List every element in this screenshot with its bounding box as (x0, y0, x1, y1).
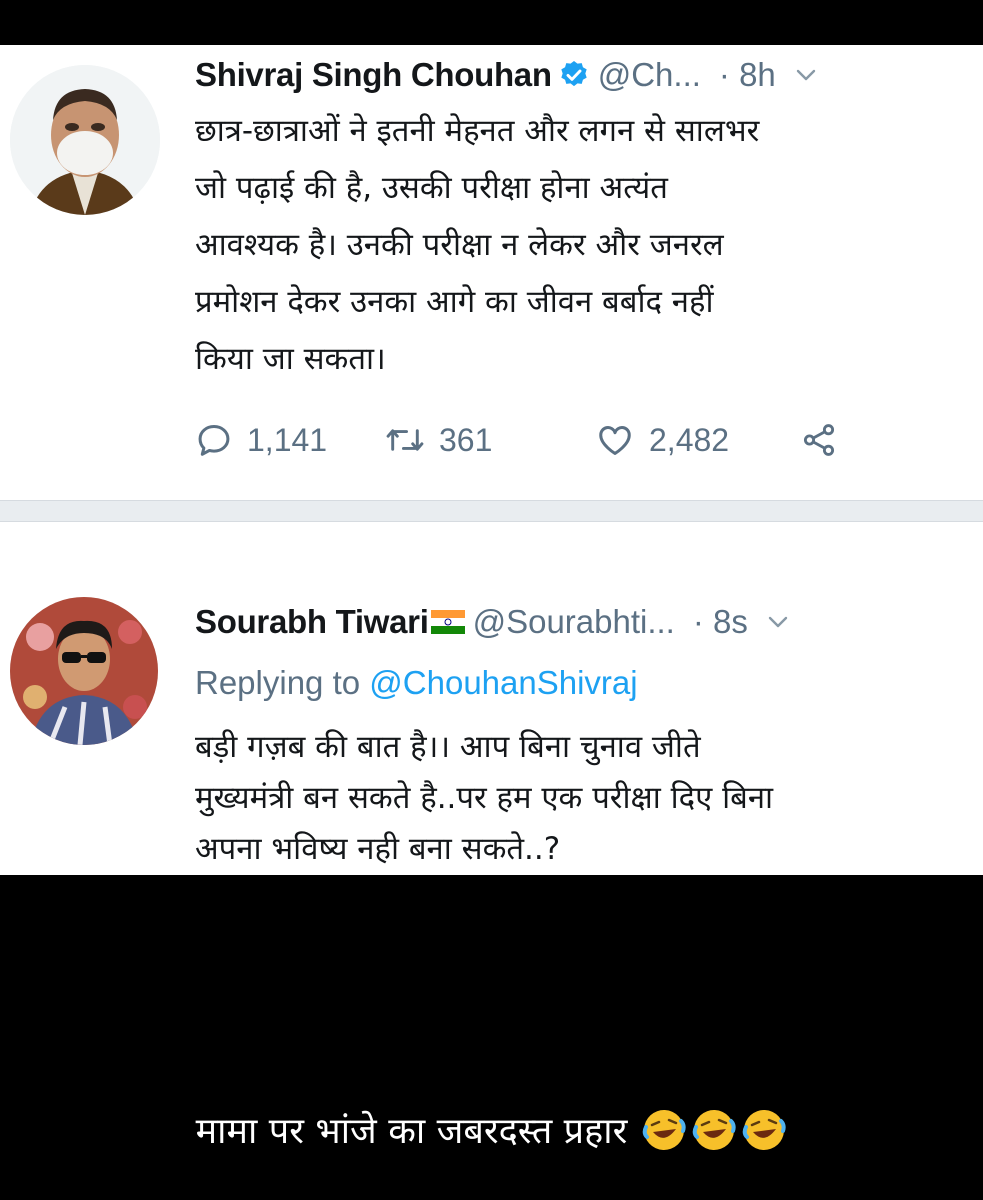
reply-count: 1,141 (247, 421, 328, 458)
tweet-text: छात्र-छात्राओं ने इतनी मेहनत और लगन से स… (195, 103, 965, 388)
tweet-actions: 1,141 361 2,482 (195, 415, 838, 465)
reply-button[interactable]: 1,141 (195, 421, 385, 459)
tweet-text-line: जो पढ़ाई की है, उसकी परीक्षा होना अत्यंत (195, 170, 668, 206)
tweet-reply[interactable]: Sourabh Tiwari @Sourabhti... · 8s Replyi… (0, 522, 983, 875)
reply-icon (195, 421, 233, 459)
tweet-text-line: छात्र-छात्राओं ने इतनी मेहनत और लगन से स… (195, 113, 760, 149)
replying-to-label: Replying to (195, 664, 361, 701)
tweet-text-line: बड़ी गज़ब की बात है।। आप बिना चुनाव जीते (195, 729, 701, 765)
tweet-screenshot: Shivraj Singh Chouhan @Ch... · 8h छात्र-… (0, 45, 983, 875)
laughing-emoji-icon (641, 1107, 687, 1153)
author-name[interactable]: Shivraj Singh Chouhan (195, 55, 552, 95)
tweet-time[interactable]: · 8s (693, 602, 748, 642)
tweet-text-line: मुख्यमंत्री बन सकते है..पर हम एक परीक्षा… (195, 780, 774, 816)
chevron-down-icon[interactable] (794, 63, 818, 87)
author-handle[interactable]: @Ch... (598, 55, 701, 95)
caption-text: मामा पर भांजे का जबरदस्त प्रहार (195, 1111, 628, 1152)
retweet-count: 361 (439, 421, 493, 458)
caption: मामा पर भांजे का जबरदस्त प्रहार (0, 1105, 983, 1154)
mention-link[interactable]: @ChouhanShivraj (369, 664, 637, 701)
tweet-text-line: प्रमोशन देकर उनका आगे का जीवन बर्बाद नही… (195, 284, 714, 320)
tweet-header: Shivraj Singh Chouhan @Ch... · 8h (195, 55, 818, 95)
avatar[interactable] (10, 597, 158, 745)
india-flag-icon (430, 610, 465, 634)
emoji-group (637, 1107, 787, 1153)
tweet-time[interactable]: · 8h (719, 55, 776, 95)
verified-icon (558, 59, 590, 91)
laughing-emoji-icon (741, 1107, 787, 1153)
share-icon (800, 421, 838, 459)
avatar[interactable] (10, 65, 160, 215)
replying-to: Replying to @ChouhanShivraj (195, 664, 638, 702)
tweet-text: बड़ी गज़ब की बात है।। आप बिना चुनाव जीते… (195, 722, 965, 875)
author-name[interactable]: Sourabh Tiwari (195, 602, 429, 642)
tweet-header: Sourabh Tiwari @Sourabhti... · 8s (195, 602, 790, 642)
tweet-text-line: किया जा सकता। (195, 341, 386, 377)
laughing-emoji-icon (691, 1107, 737, 1153)
like-button[interactable]: 2,482 (595, 421, 800, 459)
tweet-text-line: अपना भविष्य नही बना सकते..? (195, 831, 561, 867)
tweet-divider (0, 500, 983, 522)
tweet-text-line: आवश्यक है। उनकी परीक्षा न लेकर और जनरल (195, 227, 724, 263)
author-handle[interactable]: @Sourabhti... (473, 602, 675, 642)
like-icon (595, 421, 635, 459)
share-button[interactable] (800, 421, 838, 459)
chevron-down-icon[interactable] (766, 610, 790, 634)
retweet-button[interactable]: 361 (385, 421, 595, 459)
tweet-original[interactable]: Shivraj Singh Chouhan @Ch... · 8h छात्र-… (0, 45, 983, 500)
retweet-icon (385, 421, 425, 459)
like-count: 2,482 (649, 421, 730, 458)
